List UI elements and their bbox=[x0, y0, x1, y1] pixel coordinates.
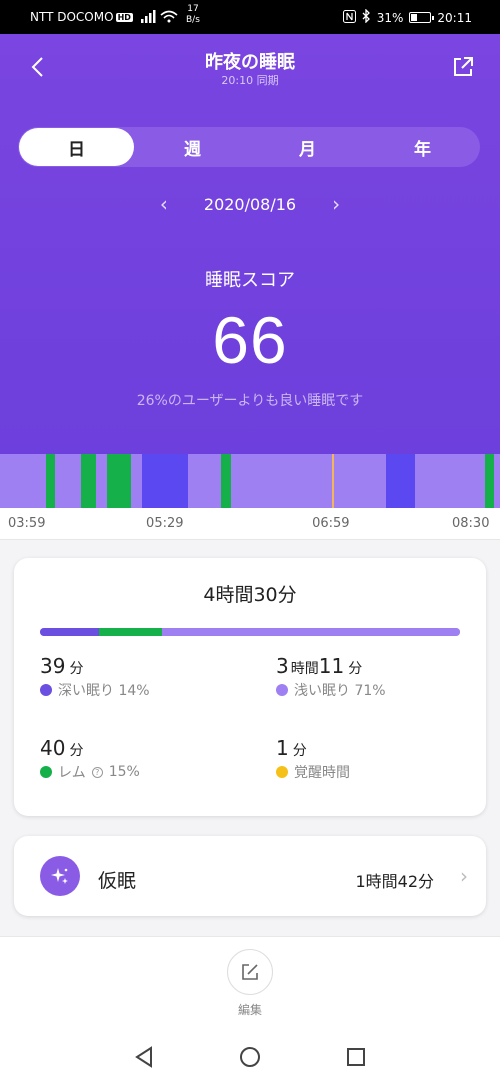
page-title: 昨夜の睡眠 bbox=[205, 52, 295, 73]
bluetooth-icon bbox=[362, 8, 371, 26]
stage-proportion-bar bbox=[40, 628, 460, 636]
edit-icon bbox=[242, 964, 258, 980]
period-selector: 日 週 月 年 bbox=[18, 127, 480, 167]
sleep-stage-timeline[interactable] bbox=[0, 454, 500, 508]
carrier-name: NTT DOCOMO HD bbox=[30, 10, 133, 24]
nfc-icon bbox=[342, 9, 356, 26]
timeline-axis: 03:59 05:29 06:59 08:30 bbox=[0, 508, 500, 540]
circle-home-icon bbox=[240, 1046, 260, 1067]
awake-stat: 1分 覚醒時間 bbox=[276, 736, 350, 781]
score-description: 26%のユーザーよりも良い睡眠です bbox=[136, 393, 364, 409]
system-nav-bar bbox=[0, 1030, 500, 1083]
time-tick-label: 06:59 bbox=[312, 516, 350, 531]
nap-duration: 1時間42分 bbox=[355, 872, 434, 891]
edit-label: 編集 bbox=[237, 1003, 262, 1017]
tab-month[interactable]: 月 bbox=[250, 127, 365, 167]
timeline-segment-light bbox=[130, 454, 143, 508]
battery-icon bbox=[409, 12, 435, 23]
tab-day[interactable]: 日 bbox=[19, 128, 134, 166]
bottom-bar: 編集 bbox=[0, 936, 500, 1030]
current-date: 2020/08/16 bbox=[203, 194, 297, 214]
tab-year[interactable]: 年 bbox=[365, 127, 480, 167]
timeline-segment-light bbox=[230, 454, 386, 508]
timeline-segment-rem bbox=[107, 454, 131, 508]
share-icon bbox=[454, 57, 473, 76]
nav-home-button[interactable] bbox=[232, 1039, 268, 1075]
time-tick-label: 05:29 bbox=[146, 516, 184, 531]
sleep-summary-card: 4時間30分 39 分 深い眠り 14% 3 時間11 分 浅い眠り 71% 40 分 … bbox=[14, 558, 486, 816]
triangle-back-icon bbox=[135, 1045, 152, 1068]
timeline-segment-light bbox=[95, 454, 107, 508]
next-date-button[interactable]: › bbox=[326, 192, 346, 216]
timeline-segment-rem bbox=[46, 454, 56, 508]
status-bar: NTT DOCOMO HD 17 B/s 31% 20:11 bbox=[0, 0, 500, 34]
timeline-segment-deep bbox=[385, 454, 416, 508]
light-sleep-stat: 3 時間11 分 浅い眠り 71% bbox=[276, 654, 386, 699]
timeline-segment-rem bbox=[81, 454, 96, 508]
time-tick-label: 03:59 bbox=[8, 516, 46, 531]
prev-date-button[interactable]: ‹ bbox=[154, 192, 174, 216]
share-button[interactable] bbox=[448, 52, 478, 82]
sparkle-icon bbox=[40, 856, 80, 896]
timeline-segment-light bbox=[494, 454, 500, 508]
deep-sleep-stat: 39 分 深い眠り 14% bbox=[40, 654, 150, 699]
sleep-score: 66 bbox=[212, 303, 288, 377]
timeline-segment-light bbox=[188, 454, 222, 508]
sync-time: 20:10 同期 bbox=[221, 74, 279, 87]
timeline-segment-light bbox=[0, 454, 47, 508]
square-recents-icon bbox=[347, 1047, 365, 1066]
hd-badge: HD bbox=[115, 13, 133, 22]
nap-label: 仮眠 bbox=[98, 870, 137, 892]
nap-card[interactable]: 仮眠 1時間42分 › bbox=[14, 836, 486, 916]
score-label: 睡眠スコア bbox=[205, 270, 295, 291]
total-sleep-time: 4時間30分 bbox=[203, 584, 297, 606]
stage-bar-light bbox=[161, 628, 460, 636]
net-speed: 17 B/s bbox=[186, 4, 200, 25]
help-icon[interactable]: ? bbox=[91, 766, 103, 778]
deep-sleep-dot bbox=[40, 684, 52, 696]
timeline-segment-deep bbox=[142, 454, 189, 508]
timeline-marker bbox=[332, 454, 335, 508]
timeline-segment-light bbox=[415, 454, 486, 508]
stage-bar-deep bbox=[40, 628, 99, 636]
signal-icon bbox=[141, 9, 181, 26]
time-tick-label: 08:30 bbox=[452, 516, 490, 531]
timeline-segment-light bbox=[55, 454, 82, 508]
nav-back-button[interactable] bbox=[126, 1039, 162, 1075]
nav-recents-button[interactable] bbox=[338, 1039, 374, 1075]
chevron-right-icon: › bbox=[460, 864, 468, 888]
sleep-hero: 昨夜の睡眠 20:10 同期 日 週 月 年 ‹ 2020/08/16 › 睡眠… bbox=[0, 34, 500, 454]
edit-button[interactable] bbox=[227, 949, 273, 995]
battery-percent: 31% bbox=[376, 10, 404, 25]
tab-week[interactable]: 週 bbox=[135, 127, 250, 167]
awake-dot bbox=[276, 766, 288, 778]
rem-sleep-stat: 40 分 レム? 15% bbox=[40, 736, 140, 781]
light-sleep-dot bbox=[276, 684, 288, 696]
clock: 20:11 bbox=[437, 10, 472, 25]
date-navigator: ‹ 2020/08/16 › bbox=[0, 192, 500, 216]
rem-sleep-dot bbox=[40, 766, 52, 778]
timeline-segment-rem bbox=[485, 454, 495, 508]
timeline-segment-rem bbox=[221, 454, 231, 508]
stage-bar-rem bbox=[98, 628, 162, 636]
